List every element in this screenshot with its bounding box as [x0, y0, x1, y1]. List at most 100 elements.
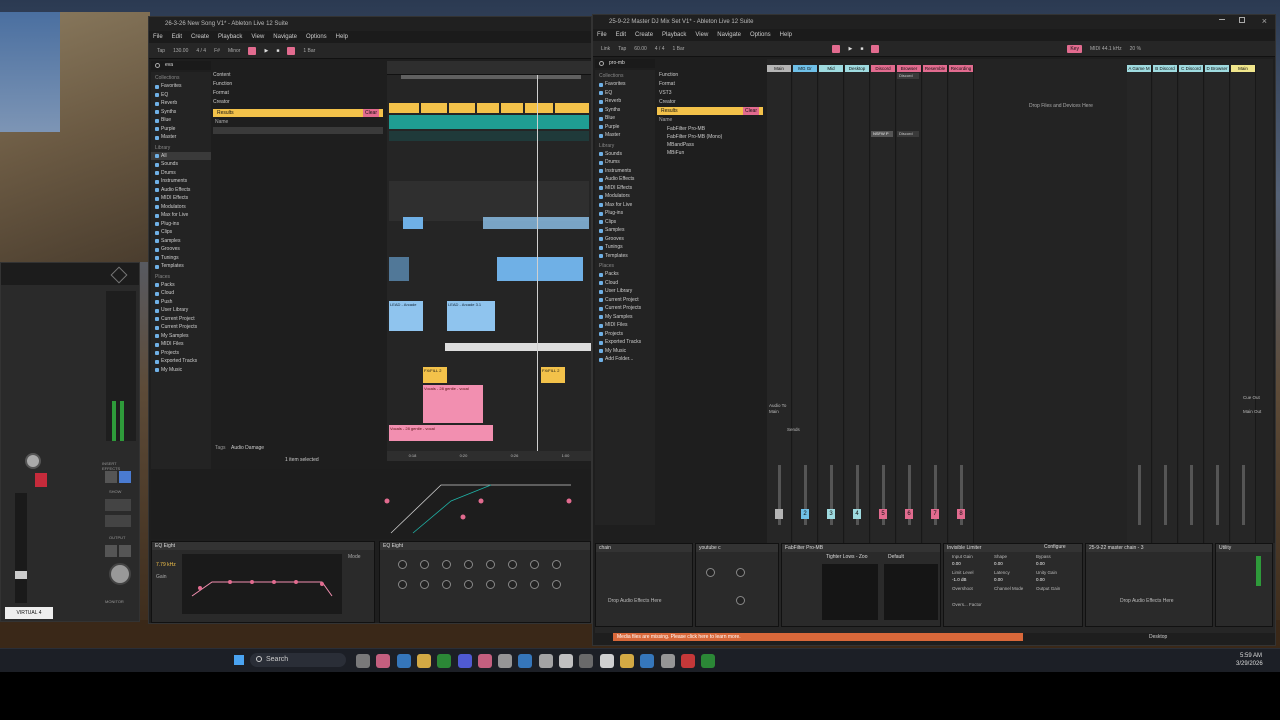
library-item-instruments[interactable]: Instruments: [151, 177, 211, 186]
channel-fader[interactable]: [15, 493, 27, 603]
track-activator-button[interactable]: 2: [801, 509, 809, 519]
right-menu-help[interactable]: Help: [780, 29, 792, 41]
clip-yellow-3[interactable]: [449, 103, 475, 113]
taskbar-app-icon[interactable]: [437, 654, 452, 668]
right-menu-view[interactable]: View: [695, 29, 708, 41]
right-menu-edit[interactable]: Edit: [616, 29, 626, 41]
track-name[interactable]: Resemble: [923, 65, 947, 72]
library-item-samples[interactable]: Samples: [151, 237, 211, 246]
result-item[interactable]: MBiFun: [659, 149, 759, 157]
library-item-max-for-live[interactable]: Max for Live: [595, 201, 655, 210]
filter-function[interactable]: Function: [659, 71, 759, 80]
limiter-configure[interactable]: Configure: [1044, 544, 1066, 550]
clip-blue-block-4[interactable]: [389, 257, 409, 281]
library-item-templates[interactable]: Templates: [595, 252, 655, 261]
track-name[interactable]: Browser: [897, 65, 921, 72]
result-item[interactable]: FabFilter Pro-MB: [659, 125, 759, 133]
places-item-my-samples[interactable]: My Samples: [151, 332, 211, 341]
limiter-param-value[interactable]: 0.00: [994, 577, 1003, 582]
collection-item-synths[interactable]: Synths: [595, 106, 655, 115]
library-item-drums[interactable]: Drums: [595, 158, 655, 167]
clip-yellow-7[interactable]: [555, 103, 589, 113]
taskbar-app-icon[interactable]: [356, 654, 370, 668]
clip-yellow-5[interactable]: [501, 103, 523, 113]
clip-yellow-6[interactable]: [525, 103, 553, 113]
clip-fill-2[interactable]: FX/FILL 2: [541, 367, 565, 383]
clip-nsfw[interactable]: NSFW P: [871, 131, 893, 137]
pan-knob[interactable]: [25, 453, 41, 469]
places-item-projects[interactable]: Projects: [151, 349, 211, 358]
places-item-user-library[interactable]: User Library: [595, 287, 655, 296]
track-activator-button[interactable]: 8: [957, 509, 965, 519]
library-item-audio-effects[interactable]: Audio Effects: [595, 175, 655, 184]
track-activator-button[interactable]: 4: [853, 509, 861, 519]
tap-button[interactable]: Tap: [157, 43, 165, 58]
filter-format[interactable]: Format: [659, 80, 759, 89]
eq-band-knob[interactable]: [486, 560, 495, 569]
clip-lead-1[interactable]: LEAD - Arcade: [389, 301, 423, 331]
collection-item-favorites[interactable]: Favorites: [595, 80, 655, 89]
return-track-name[interactable]: D Browser: [1205, 65, 1229, 72]
eq-band-knob[interactable]: [508, 560, 517, 569]
taskbar-app-icon[interactable]: [579, 654, 594, 668]
eq-freq-readout[interactable]: 7.79 kHz: [156, 562, 176, 568]
library-item-modulators[interactable]: Modulators: [151, 203, 211, 212]
track-activator-button[interactable]: 3: [827, 509, 835, 519]
library-item-midi-effects[interactable]: MIDI Effects: [595, 184, 655, 193]
track-name[interactable]: MG Gr: [793, 65, 817, 72]
taskbar-app-icon[interactable]: [518, 654, 533, 668]
library-item-all[interactable]: All: [151, 151, 211, 160]
channel-button-red[interactable]: [35, 473, 47, 487]
library-item-plug-ins[interactable]: Plug-ins: [151, 220, 211, 229]
clip-vocals-1[interactable]: Vocals - 28 gentle - vocal: [423, 385, 483, 423]
taskbar-app-icon[interactable]: [680, 654, 695, 668]
library-item-plug-ins[interactable]: Plug-ins: [595, 209, 655, 218]
show-button-2[interactable]: [105, 515, 131, 527]
clip-lead-2[interactable]: LEAD - Arcade 3.1: [447, 301, 495, 331]
taskbar-app-icon[interactable]: [701, 654, 716, 668]
link-button[interactable]: Link: [601, 41, 610, 56]
clip-blue-block-3[interactable]: [497, 257, 583, 281]
collection-item-synths[interactable]: Synths: [151, 108, 211, 117]
places-item-push[interactable]: Push: [151, 298, 211, 307]
filter-vst3[interactable]: VST3: [659, 89, 759, 98]
return-track-name[interactable]: C Discord: [1179, 65, 1203, 72]
return-volume-fader[interactable]: [1216, 465, 1219, 525]
stop-icon[interactable]: ■: [276, 43, 279, 58]
library-item-grooves[interactable]: Grooves: [151, 245, 211, 254]
collection-item-blue[interactable]: Blue: [151, 116, 211, 125]
library-item-audio-effects[interactable]: Audio Effects: [151, 186, 211, 195]
library-item-tunings[interactable]: Tunings: [151, 254, 211, 263]
mixer-track-strip[interactable]: MG Gr 2: [793, 65, 818, 543]
library-item-max-for-live[interactable]: Max for Live: [151, 211, 211, 220]
fabfilter-default[interactable]: Default: [888, 554, 904, 560]
eq-band-knob[interactable]: [442, 560, 451, 569]
clip-yellow-4[interactable]: [477, 103, 499, 113]
close-icon[interactable]: ×: [1262, 15, 1267, 27]
taskbar-app-icon[interactable]: [619, 654, 634, 668]
library-item-drums[interactable]: Drums: [151, 169, 211, 178]
eq-band-gain-knob[interactable]: [442, 580, 451, 589]
track-activator-button[interactable]: 5: [879, 509, 887, 519]
left-menu-create[interactable]: Create: [191, 31, 209, 43]
taskbar-app-icon[interactable]: [376, 654, 391, 668]
insert-button-1[interactable]: [105, 471, 117, 483]
collection-item-purple[interactable]: Purple: [151, 125, 211, 134]
track-name[interactable]: Desktop: [845, 65, 869, 72]
eq-band-knob[interactable]: [530, 560, 539, 569]
left-menu-view[interactable]: View: [251, 31, 264, 43]
places-item-projects[interactable]: Projects: [595, 330, 655, 339]
result-item[interactable]: MBandPass: [659, 141, 759, 149]
output-button-1[interactable]: [105, 545, 117, 557]
return-volume-fader[interactable]: [1242, 465, 1245, 525]
youtube-width-knob[interactable]: [736, 568, 745, 577]
filter-function[interactable]: Function: [213, 80, 381, 89]
library-item-clips[interactable]: Clips: [151, 228, 211, 237]
library-item-instruments[interactable]: Instruments: [595, 167, 655, 176]
library-item-midi-effects[interactable]: MIDI Effects: [151, 194, 211, 203]
return-volume-fader[interactable]: [1190, 465, 1193, 525]
places-item-current-project[interactable]: Current Project: [595, 296, 655, 305]
stop-icon-right[interactable]: ■: [860, 41, 863, 56]
collection-item-master[interactable]: Master: [151, 133, 211, 142]
clip-discord[interactable]: Discord: [897, 73, 919, 79]
